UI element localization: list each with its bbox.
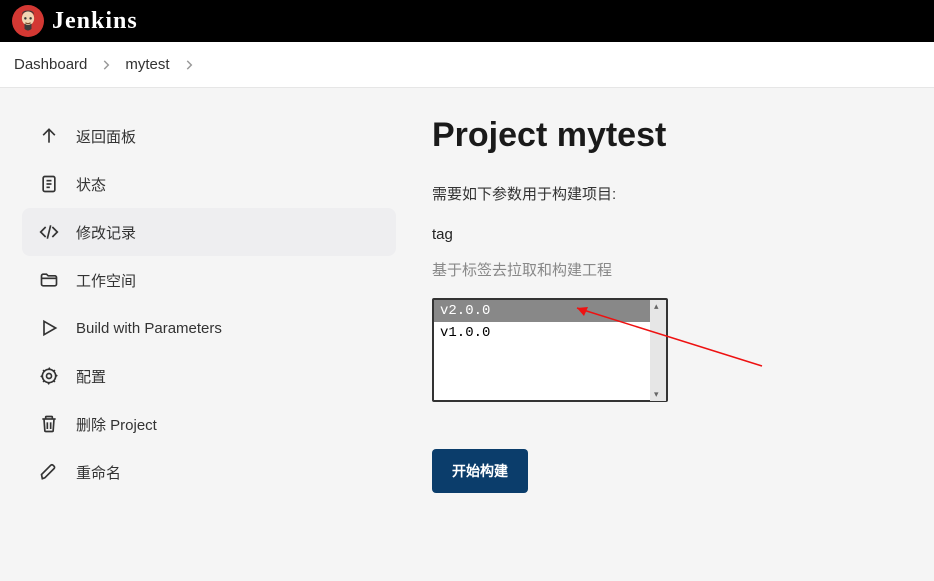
sidebar-item-workspace[interactable]: 工作空间: [22, 256, 396, 304]
chevron-right-icon: [182, 58, 196, 72]
sidebar-item-changes[interactable]: 修改记录: [22, 208, 396, 256]
sidebar-item-label: 配置: [76, 366, 106, 387]
sidebar-item-rename[interactable]: 重命名: [22, 448, 396, 496]
sidebar-item-back[interactable]: 返回面板: [22, 112, 396, 160]
folder-icon: [38, 269, 60, 291]
sidebar: 返回面板 状态 修改记录 工作空间 Build with Parameters …: [0, 88, 400, 581]
main-panel: Project mytest 需要如下参数用于构建项目: tag 基于标签去拉取…: [400, 88, 934, 581]
sidebar-item-label: 修改记录: [76, 222, 136, 243]
build-button[interactable]: 开始构建: [432, 449, 528, 493]
tag-select-wrap: v2.0.0v1.0.0: [432, 298, 668, 403]
arrow-up-icon: [38, 125, 60, 147]
play-icon: [38, 317, 60, 339]
note-icon: [38, 173, 60, 195]
brand-text: Jenkins: [52, 8, 138, 35]
page-title: Project mytest: [432, 116, 902, 155]
pencil-icon: [38, 461, 60, 483]
breadcrumb: Dashboard mytest: [0, 42, 934, 88]
gear-icon: [38, 365, 60, 387]
param-intro: 需要如下参数用于构建项目:: [432, 183, 902, 204]
sidebar-item-label: 返回面板: [76, 126, 136, 147]
breadcrumb-dashboard[interactable]: Dashboard: [14, 56, 87, 73]
trash-icon: [38, 413, 60, 435]
param-description: 基于标签去拉取和构建工程: [432, 259, 902, 280]
sidebar-item-label: Build with Parameters: [76, 320, 222, 337]
breadcrumb-project[interactable]: mytest: [125, 56, 169, 73]
sidebar-item-build-params[interactable]: Build with Parameters: [22, 304, 396, 352]
jenkins-logo-icon[interactable]: [12, 5, 44, 37]
param-name: tag: [432, 226, 902, 243]
sidebar-item-label: 重命名: [76, 462, 121, 483]
sidebar-item-status[interactable]: 状态: [22, 160, 396, 208]
chevron-right-icon: [99, 58, 113, 72]
sidebar-item-delete[interactable]: 删除 Project: [22, 400, 396, 448]
tag-select[interactable]: v2.0.0v1.0.0: [432, 298, 668, 402]
sidebar-item-configure[interactable]: 配置: [22, 352, 396, 400]
sidebar-item-label: 工作空间: [76, 270, 136, 291]
top-bar: Jenkins: [0, 0, 934, 42]
main-layout: 返回面板 状态 修改记录 工作空间 Build with Parameters …: [0, 88, 934, 581]
code-icon: [38, 221, 60, 243]
sidebar-item-label: 状态: [76, 174, 106, 195]
sidebar-item-label: 删除 Project: [76, 414, 157, 435]
